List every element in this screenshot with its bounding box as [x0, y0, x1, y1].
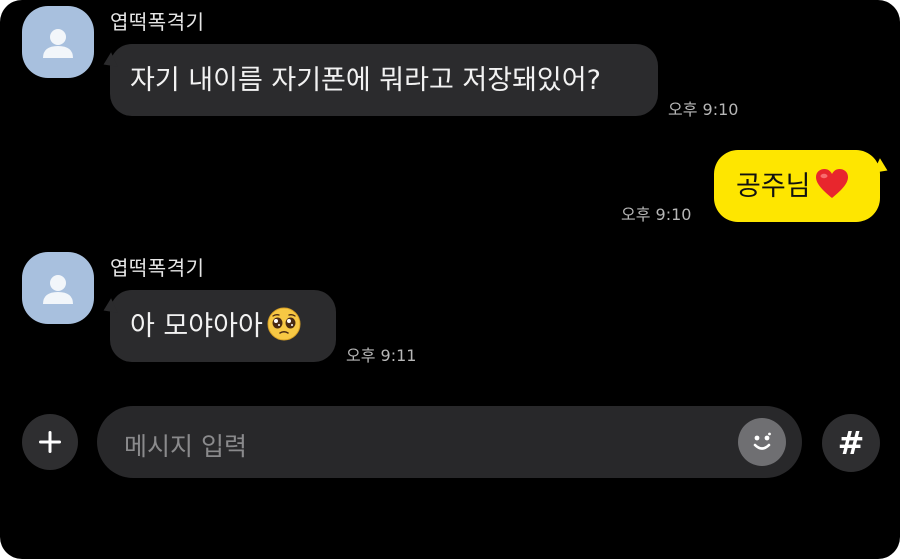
sender-avatar[interactable] [22, 6, 94, 78]
sender-avatar[interactable] [22, 252, 94, 324]
message-input[interactable]: 메시지 입력 [97, 406, 802, 478]
message-text: 자기 내이름 자기폰에 뭐라고 저장돼있어? [130, 64, 601, 96]
message-text: 공주님 [736, 170, 811, 202]
incoming-message-bubble[interactable]: 자기 내이름 자기폰에 뭐라고 저장돼있어? [110, 44, 658, 116]
message-input-placeholder: 메시지 입력 [124, 432, 247, 461]
incoming-message-bubble[interactable]: 아 모야아아 [110, 290, 336, 362]
hash-icon: # [837, 424, 865, 462]
plus-icon [39, 431, 61, 453]
red-heart-icon [815, 168, 849, 205]
sender-name: 엽떡폭격기 [110, 256, 205, 280]
chat-screen: 엽떡폭격기 자기 내이름 자기폰에 뭐라고 저장돼있어? 오후 9:10 오후 … [0, 0, 900, 559]
sender-name: 엽떡폭격기 [110, 10, 205, 34]
outgoing-message-bubble[interactable]: 공주님 [714, 150, 880, 222]
message-timestamp: 오후 9:10 [668, 100, 739, 119]
message-timestamp: 오후 9:11 [346, 346, 417, 365]
emoticon-button[interactable] [738, 418, 786, 466]
pleading-face-icon [267, 307, 301, 346]
hashtag-button[interactable]: # [822, 414, 880, 472]
smiley-icon [753, 432, 771, 450]
attach-button[interactable] [22, 414, 78, 470]
message-timestamp: 오후 9:10 [621, 205, 692, 224]
message-text: 아 모야아아 [130, 310, 263, 342]
